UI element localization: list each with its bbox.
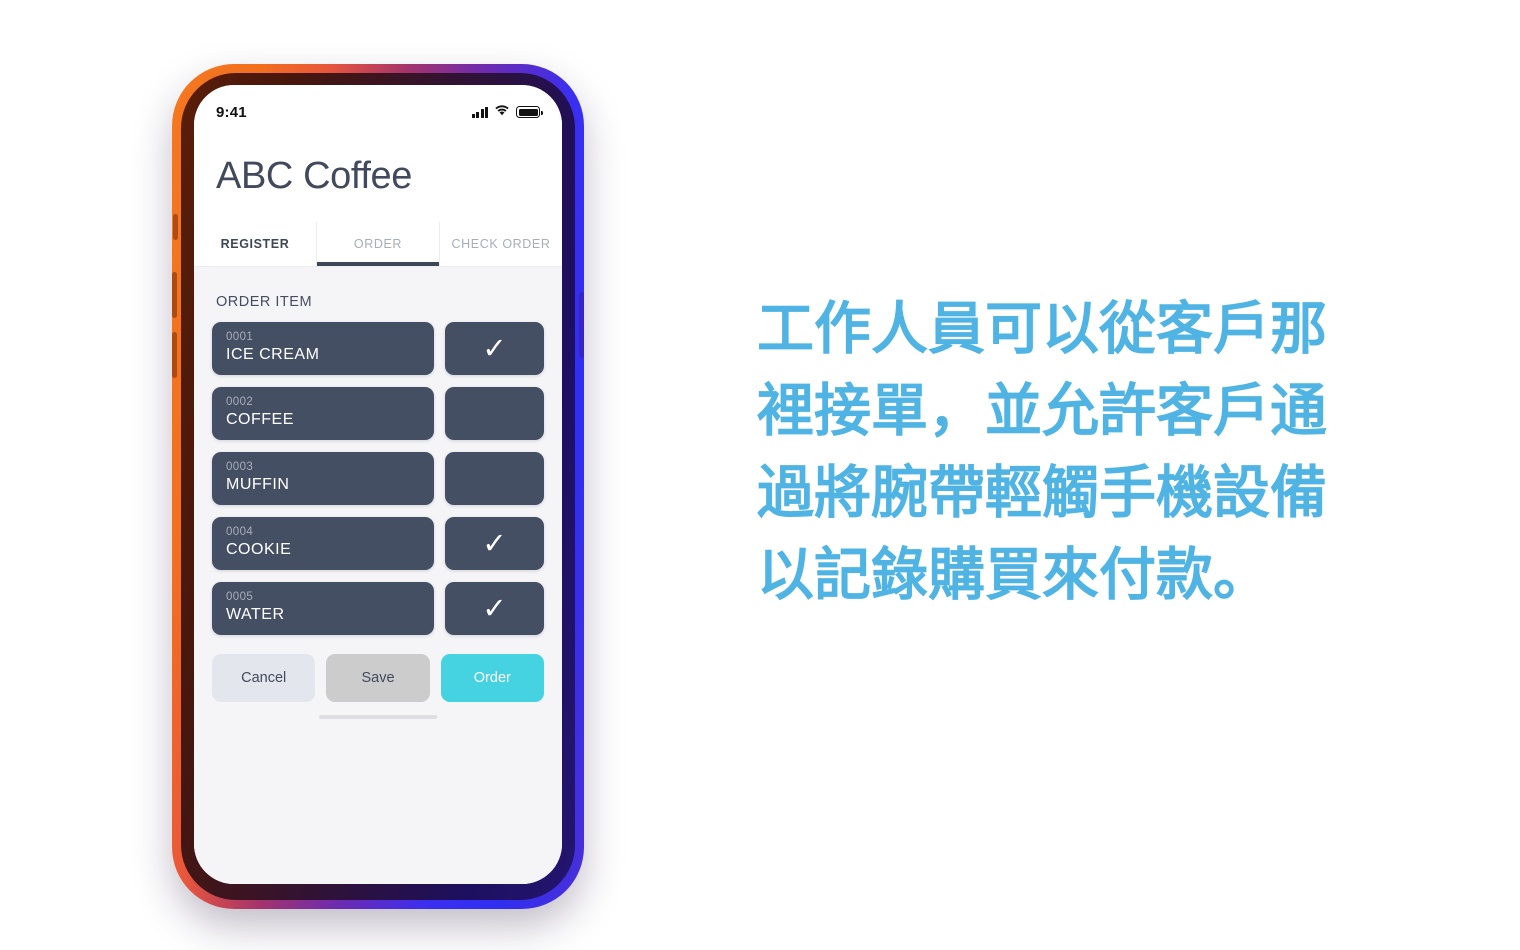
item-checkbox[interactable]: ✓ <box>445 517 544 570</box>
table-row: 0005 WATER ✓ <box>212 582 544 635</box>
order-item-card[interactable]: 0003 MUFFIN <box>212 452 434 505</box>
item-name: COOKIE <box>226 541 292 558</box>
section-label: ORDER ITEM <box>216 294 313 310</box>
action-bar: Cancel Save Order <box>212 654 544 702</box>
check-icon: ✓ <box>482 591 507 625</box>
order-content: ORDER ITEM 0001 ICE CREAM ✓ 0002 COFFEE … <box>194 267 562 884</box>
power-button[interactable] <box>579 292 584 358</box>
tab-active-underline <box>317 262 439 266</box>
phone-mockup: 9:41 ABC Coffee REGISTER ORDER CHECK ORD… <box>172 64 584 909</box>
status-bar-time: 9:41 <box>216 103 247 121</box>
volume-down-button[interactable] <box>172 332 177 378</box>
check-icon: ✓ <box>482 526 507 560</box>
item-code: 0001 <box>226 331 254 343</box>
check-icon: ✓ <box>482 331 507 365</box>
tab-order[interactable]: ORDER <box>316 222 439 266</box>
item-checkbox[interactable]: ✓ <box>445 387 544 440</box>
wifi-icon <box>494 103 510 121</box>
tab-order-label: ORDER <box>353 237 403 251</box>
home-indicator <box>212 702 544 732</box>
item-name: WATER <box>226 606 285 623</box>
order-button[interactable]: Order <box>440 654 544 702</box>
phone-screen: 9:41 ABC Coffee REGISTER ORDER CHECK ORD… <box>194 85 562 884</box>
tab-check-order[interactable]: CHECK ORDER <box>439 222 562 266</box>
item-checkbox[interactable]: ✓ <box>445 452 544 505</box>
item-code: 0005 <box>226 591 254 603</box>
item-name: COFFEE <box>226 411 294 428</box>
table-row: 0001 ICE CREAM ✓ <box>212 322 544 375</box>
cellular-signal-icon <box>471 106 488 118</box>
item-name: MUFFIN <box>226 476 290 493</box>
cancel-button[interactable]: Cancel <box>212 654 316 702</box>
silent-switch[interactable] <box>173 214 178 240</box>
item-code: 0002 <box>226 396 254 408</box>
table-row: 0003 MUFFIN ✓ <box>212 452 544 505</box>
caption-text: 工作人員可以從客戶那裡接單，並允許客戶通過將腕帶輕觸手機設備以記錄購買來付款。 <box>757 296 1327 609</box>
order-item-card[interactable]: 0005 WATER <box>212 582 434 635</box>
status-bar: 9:41 <box>194 85 562 129</box>
item-code: 0003 <box>226 461 254 473</box>
status-bar-icons <box>471 103 543 121</box>
volume-up-button[interactable] <box>172 272 177 318</box>
item-name: ICE CREAM <box>226 346 320 363</box>
item-checkbox[interactable]: ✓ <box>445 322 544 375</box>
item-checkbox[interactable]: ✓ <box>445 582 544 635</box>
table-row: 0004 COOKIE ✓ <box>212 517 544 570</box>
tab-register-label: REGISTER <box>220 237 290 251</box>
table-row: 0002 COFFEE ✓ <box>212 387 544 440</box>
order-item-card[interactable]: 0001 ICE CREAM <box>212 322 434 375</box>
page-title: ABC Coffee <box>194 129 562 222</box>
tab-check-order-label: CHECK ORDER <box>451 237 551 251</box>
save-button[interactable]: Save <box>326 654 430 702</box>
battery-full-icon <box>516 106 543 118</box>
order-item-card[interactable]: 0004 COOKIE <box>212 517 434 570</box>
order-item-card[interactable]: 0002 COFFEE <box>212 387 434 440</box>
tab-bar: REGISTER ORDER CHECK ORDER <box>194 222 562 267</box>
item-code: 0004 <box>226 526 254 538</box>
tab-register[interactable]: REGISTER <box>194 222 316 266</box>
